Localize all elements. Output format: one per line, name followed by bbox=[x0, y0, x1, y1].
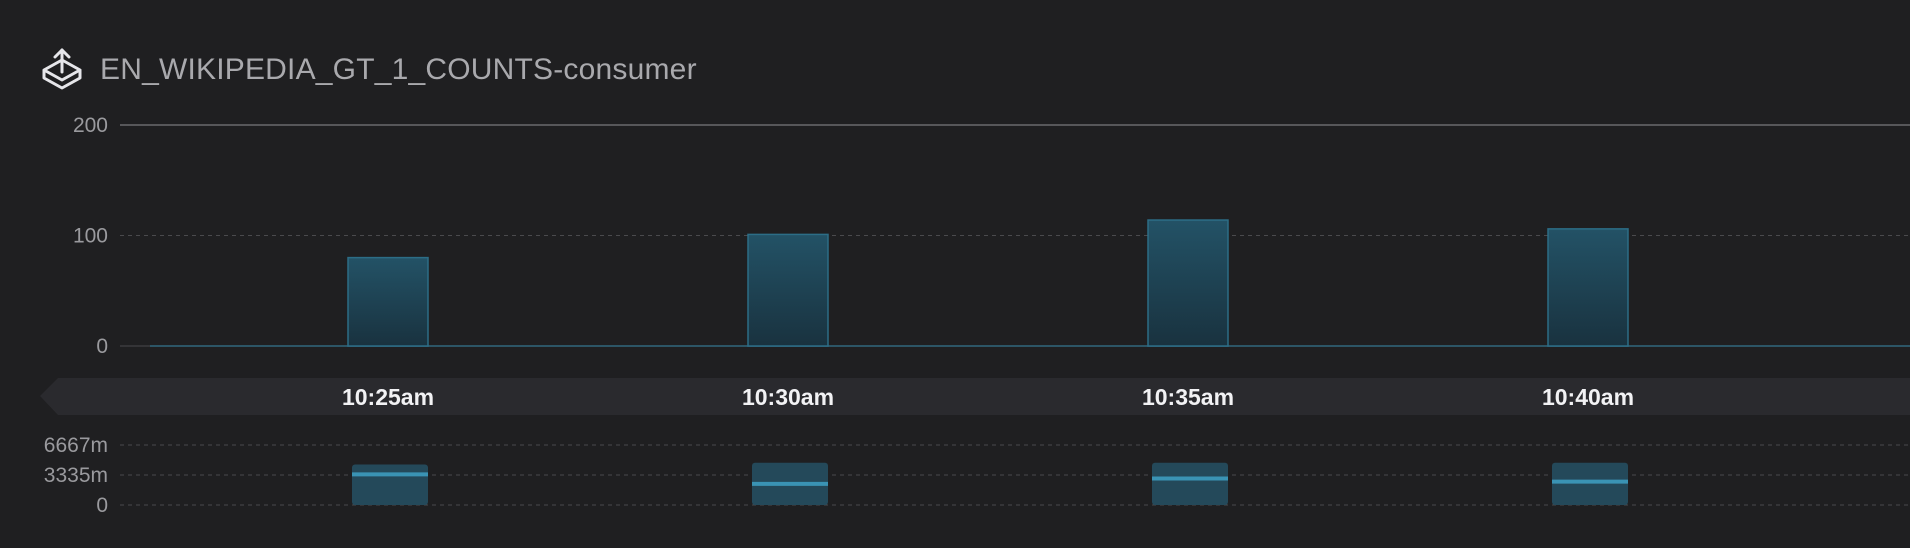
main-chart-y-axis: 0 100 200 bbox=[73, 114, 108, 358]
mini-bar bbox=[1152, 462, 1228, 505]
y-tick-label: 0 bbox=[96, 335, 108, 358]
chart-canvas: 0 100 200 10:25am 10:30am 10:35am 10:40am 0 33… bbox=[40, 114, 1910, 517]
y-tick-label: 200 bbox=[73, 114, 108, 137]
y-tick-label: 100 bbox=[73, 225, 108, 248]
time-tick-label: 10:40am bbox=[1542, 384, 1634, 410]
bar bbox=[1547, 228, 1629, 347]
time-tick-label: 10:25am bbox=[342, 384, 434, 410]
mini-bar bbox=[352, 464, 428, 505]
mini-y-tick-label: 3335m bbox=[44, 464, 108, 487]
mini-chart-bars bbox=[352, 462, 1628, 505]
mini-bar bbox=[1552, 462, 1628, 505]
time-tick-label: 10:30am bbox=[742, 384, 834, 410]
bar bbox=[747, 233, 829, 347]
time-tick-label: 10:35am bbox=[1142, 384, 1234, 410]
mini-chart-y-axis: 0 3335m 6667m bbox=[44, 434, 108, 517]
bar bbox=[347, 256, 429, 347]
mini-y-tick-label: 0 bbox=[96, 494, 108, 517]
main-chart-bars bbox=[347, 219, 1629, 347]
mini-y-tick-label: 6667m bbox=[44, 434, 108, 457]
bar bbox=[1147, 219, 1229, 347]
